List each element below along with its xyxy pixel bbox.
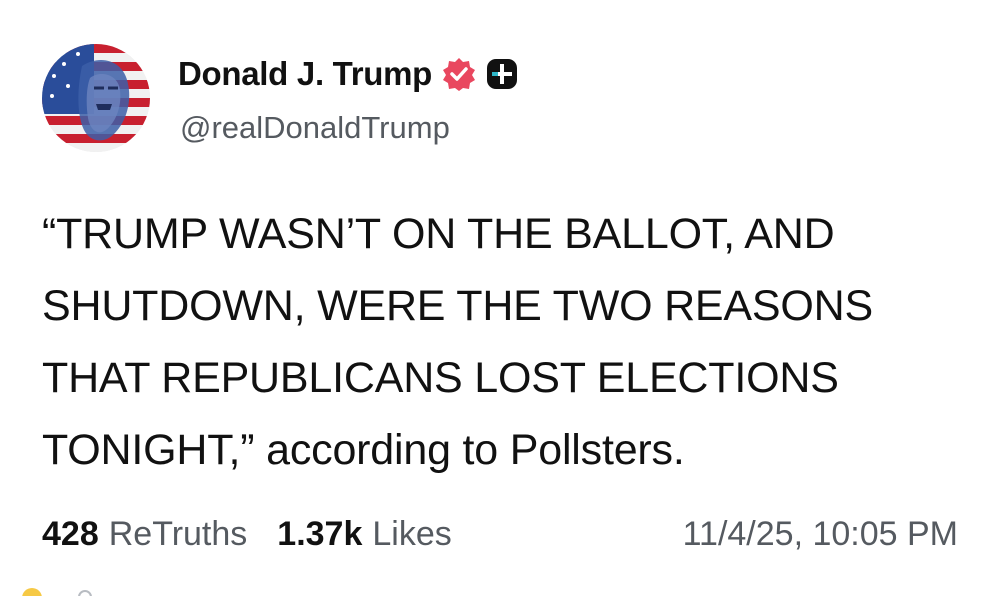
post-text-line: TONIGHT,” according to Pollsters. <box>42 426 685 474</box>
reaction-emoji-icon <box>22 588 42 596</box>
flag-portrait-avatar-icon <box>42 44 150 152</box>
truth-post: Donald J. Trump @realDonaldTrump “TRUMP … <box>0 0 1000 596</box>
author-display-name[interactable]: Donald J. Trump <box>178 55 432 93</box>
post-text-line: “TRUMP WASN’T ON THE BALLOT, AND <box>42 210 835 258</box>
reply-icon <box>78 590 92 596</box>
likes-count: 1.37k <box>277 514 363 553</box>
author-handle[interactable]: @realDonaldTrump <box>180 110 450 146</box>
post-text: “TRUMP WASN’T ON THE BALLOT, AND SHUTDOW… <box>42 198 972 486</box>
post-text-line: THAT REPUBLICANS LOST ELECTIONS <box>42 354 839 402</box>
plus-badge-icon <box>486 58 518 90</box>
author-avatar[interactable] <box>42 44 150 152</box>
retruths-stat[interactable]: 428 ReTruths <box>42 515 247 554</box>
verified-badge-icon <box>442 57 476 91</box>
post-stats: 428 ReTruths 1.37k Likes <box>42 512 452 556</box>
post-timestamp[interactable]: 11/4/25, 10:05 PM <box>683 512 958 556</box>
likes-label: Likes <box>372 514 452 553</box>
retruths-count: 428 <box>42 514 99 553</box>
author-name-row: Donald J. Trump <box>178 52 518 96</box>
post-text-line: SHUTDOWN, WERE THE TWO REASONS <box>42 282 873 330</box>
likes-stat[interactable]: 1.37k Likes <box>277 515 451 554</box>
retruths-label: ReTruths <box>108 514 248 553</box>
